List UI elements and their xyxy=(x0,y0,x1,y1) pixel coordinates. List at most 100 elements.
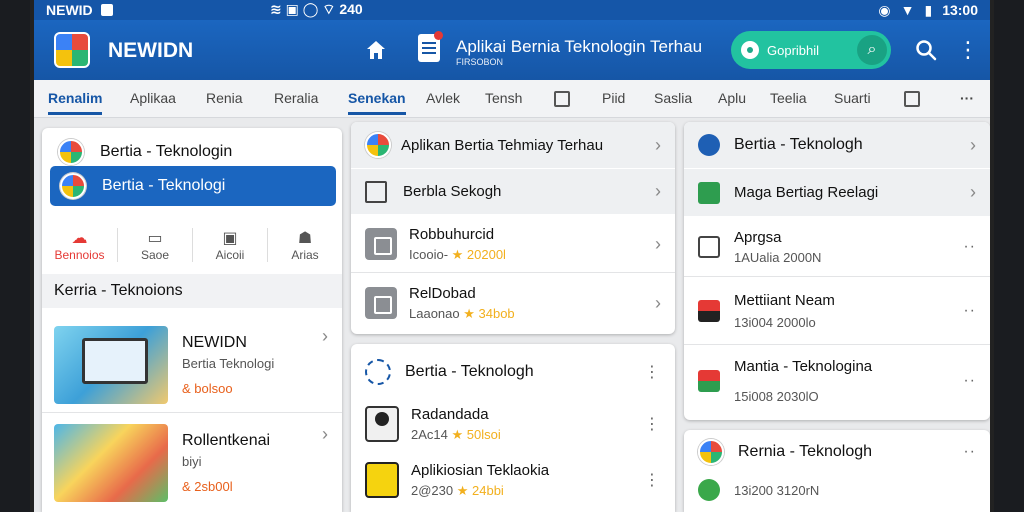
list-item[interactable]: Aplikiosian Teklaokia 2@230 ★ 24bbi ⋮ xyxy=(351,454,675,506)
item-meta: 13i200 3120rN xyxy=(734,482,820,498)
list-item[interactable]: Aprgsa 1AUalia 2000N ·· xyxy=(684,218,990,276)
tab-tensh[interactable]: Tensh xyxy=(485,90,522,106)
tab-reralia[interactable]: Reralia xyxy=(274,90,318,106)
tab-renia[interactable]: Renia xyxy=(206,90,243,106)
tab-window-icon[interactable] xyxy=(554,91,570,107)
item-meta: 2Ac14 xyxy=(411,426,452,442)
tab-aplu[interactable]: Aplu xyxy=(718,90,746,106)
more-options-icon[interactable]: ·· xyxy=(963,302,976,320)
app-tile-icon xyxy=(365,228,397,260)
pill-search-icon[interactable]: ⌕ xyxy=(857,35,887,65)
students-thumbnail xyxy=(54,424,168,502)
list-item[interactable]: Radandada 2Ac14 ★ 50lsoi ⋮ xyxy=(351,398,675,450)
category-icon xyxy=(698,439,724,465)
notification-icon xyxy=(100,4,113,16)
item-meta: 13i004 2000lo xyxy=(734,315,816,330)
app-thumbnail xyxy=(365,462,399,498)
list-item[interactable]: Bertia - Teknologh › xyxy=(684,122,990,168)
item-title: Radandada xyxy=(411,405,489,423)
tool-label: Bennoios xyxy=(54,248,105,262)
tab-aplikaa[interactable]: Aplikaa xyxy=(130,90,176,106)
more-options-icon[interactable]: ⋮ xyxy=(644,414,661,434)
item-title: Aplikan Bertia Tehmiay Terhau xyxy=(401,136,604,154)
list-item[interactable]: 13i200 3120rN xyxy=(684,474,990,506)
item-title: Bertia - Teknologh xyxy=(734,136,863,153)
divider xyxy=(351,272,675,273)
tab-renalim[interactable]: Renalim xyxy=(48,90,103,115)
status-brand: NEWID xyxy=(46,2,93,18)
tab-saslia[interactable]: Saslia xyxy=(654,90,692,106)
app-logo-icon xyxy=(54,32,90,68)
item-meta: Icooio- xyxy=(409,246,452,262)
list-item[interactable]: Berbla Sekogh › xyxy=(351,168,675,214)
wifi-icon: ◉ xyxy=(878,1,891,18)
item-rating: ★ 20200l xyxy=(451,246,506,262)
section-title: Bertia - Teknologh xyxy=(405,363,534,380)
category-tabs: Renalim Aplikaa Renia Reralia Senekan Av… xyxy=(34,80,990,118)
item-title: Aplikiosian Teklaokia xyxy=(411,461,550,479)
item-title: Robbuhurcid xyxy=(409,225,495,243)
article-card[interactable]: NEWIDN Bertia Teknologi & bolsoo › xyxy=(42,320,342,410)
list-item[interactable]: Mettiiant Neam 13i004 2000lo ·· xyxy=(684,278,990,344)
list-item[interactable]: RelDobad Laaonao ★ 34bob › xyxy=(351,274,675,332)
search-icon[interactable] xyxy=(914,38,938,62)
column-left: Bertia - Teknologin Bertia - Teknologi ☁… xyxy=(42,128,342,512)
tab-suarti[interactable]: Suarti xyxy=(834,90,871,106)
tool-button[interactable]: ☗ Arias xyxy=(267,228,342,262)
document-icon[interactable] xyxy=(418,31,443,62)
item-meta: 15i008 2030lO xyxy=(734,389,819,404)
pill-label: Gopribhil xyxy=(767,42,820,58)
section-header[interactable]: Bertia - Teknologh ⋮ xyxy=(351,350,675,394)
more-options-icon[interactable]: ·· xyxy=(963,372,976,390)
more-options-icon[interactable]: ·· xyxy=(963,443,976,461)
tool-label: Saoe xyxy=(140,248,170,262)
tool-button[interactable]: ☁ Bennoios xyxy=(42,228,117,262)
globe-icon xyxy=(365,359,391,385)
tool-button[interactable]: ▣ Aicoii xyxy=(192,228,267,262)
article-card[interactable]: Rollentkenai biyi & 2sb00l › xyxy=(42,418,342,508)
divider xyxy=(42,412,342,413)
tab-copy-icon[interactable] xyxy=(904,91,920,107)
status-indicators: ≋ ▣ ◯ ⌔ 240 xyxy=(270,1,363,17)
tool-button[interactable]: ▭ Saoe xyxy=(117,228,192,262)
column-right-list: Bertia - Teknologh › Maga Bertiag Reelag… xyxy=(684,122,990,420)
quick-search-pill[interactable]: Gopribhil ⌕ xyxy=(731,31,891,69)
section-header[interactable]: Rernia - Teknologh ·· xyxy=(684,436,990,468)
chart-icon xyxy=(698,300,720,322)
item-title: Bertia - Teknologin xyxy=(100,143,233,160)
more-options-icon[interactable]: ·· xyxy=(963,238,976,256)
list-item[interactable]: Robbuhurcid Icooio- ★ 20200l › xyxy=(351,216,675,272)
tool-row: ☁ Bennoios ▭ Saoe ▣ Aicoii ☗ Arias xyxy=(42,216,342,274)
section-header: Kerria - Teknoions xyxy=(42,274,342,308)
photo-icon xyxy=(698,181,720,204)
header-subtitle: FIRSOBON xyxy=(456,57,504,67)
tab-avlek[interactable]: Avlek xyxy=(426,90,460,106)
article-subtitle: Bertia Teknologi xyxy=(182,356,275,371)
list-item[interactable]: Aplikan Bertia Tehmiay Terhau › xyxy=(351,122,675,168)
list-item[interactable]: Maga Bertiag Reelagi › xyxy=(684,168,990,216)
tab-piid[interactable]: Piid xyxy=(602,90,625,106)
battery-icon: ▮ xyxy=(924,1,933,18)
more-options-icon[interactable]: ⋮ xyxy=(644,470,661,490)
tab-senekan[interactable]: Senekan xyxy=(348,90,406,115)
chat-icon: ▭ xyxy=(147,230,163,247)
chevron-right-icon: › xyxy=(655,233,661,254)
cloud-icon: ☁ xyxy=(71,230,88,247)
list-item[interactable]: Mantia - Teknologina 15i008 2030lO ·· xyxy=(684,346,990,416)
tab-teelia[interactable]: Teelia xyxy=(770,90,807,106)
tool-label: Aicoii xyxy=(215,248,245,262)
tab-more-icon[interactable]: ··· xyxy=(960,90,974,106)
users-icon: ☗ xyxy=(297,230,313,247)
more-options-icon[interactable]: ⋮ xyxy=(644,362,661,382)
list-item[interactable]: Bertia - Teknologin xyxy=(42,134,342,170)
overflow-menu-icon[interactable]: ⋮ xyxy=(956,38,980,62)
item-title: Berbla Sekogh xyxy=(403,183,502,200)
home-icon[interactable] xyxy=(364,38,388,62)
selected-item[interactable]: Bertia - Teknologi xyxy=(50,166,336,206)
chevron-right-icon: › xyxy=(970,182,976,202)
app-icon xyxy=(698,370,720,392)
section-title: Kerria - Teknoions xyxy=(54,282,183,299)
chevron-right-icon: › xyxy=(655,134,661,155)
column-right-section: Rernia - Teknologh ·· 13i200 3120rN xyxy=(684,430,990,512)
location-icon xyxy=(741,41,759,59)
